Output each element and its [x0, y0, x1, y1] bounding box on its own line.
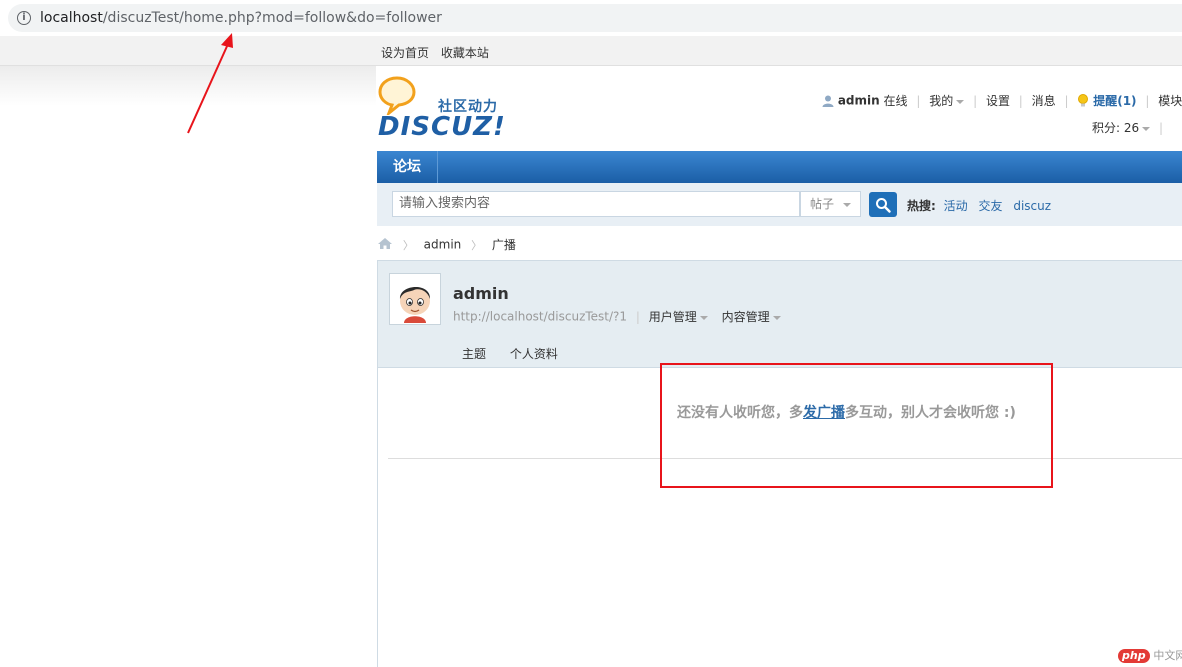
watermark-text: 中文网	[1153, 649, 1182, 662]
annotation-arrow	[187, 33, 233, 134]
site-watermark: php 中文网	[1118, 647, 1182, 663]
watermark-badge: php	[1118, 649, 1150, 663]
